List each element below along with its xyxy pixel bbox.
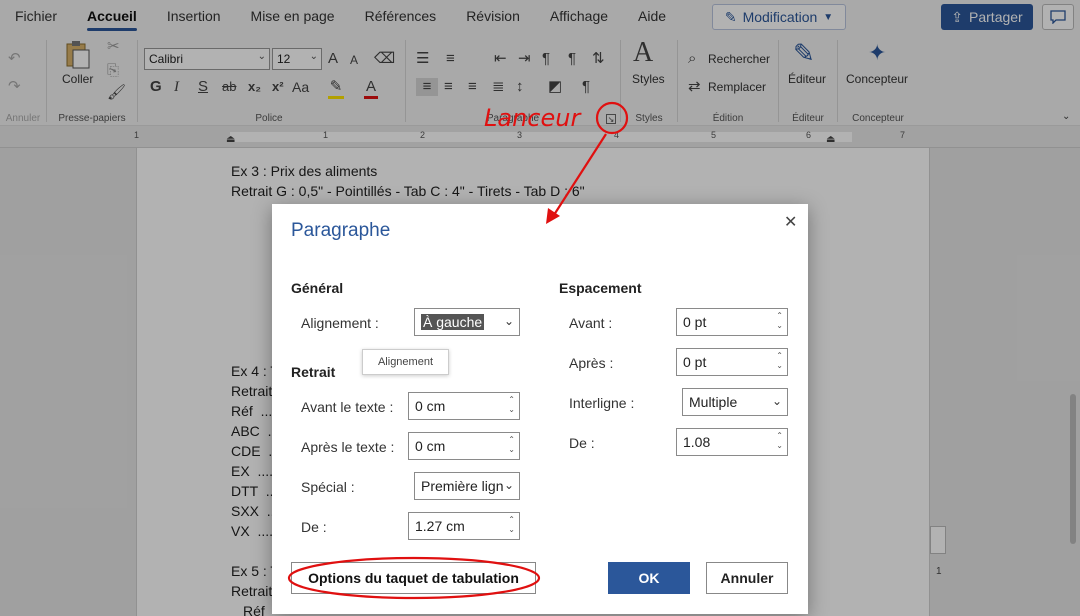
- tab-options-ellipse-annotation: [287, 556, 541, 600]
- arrow-annotation: [551, 133, 607, 219]
- launcher-circle-annotation: [595, 101, 629, 135]
- annotation-marks: [287, 101, 629, 600]
